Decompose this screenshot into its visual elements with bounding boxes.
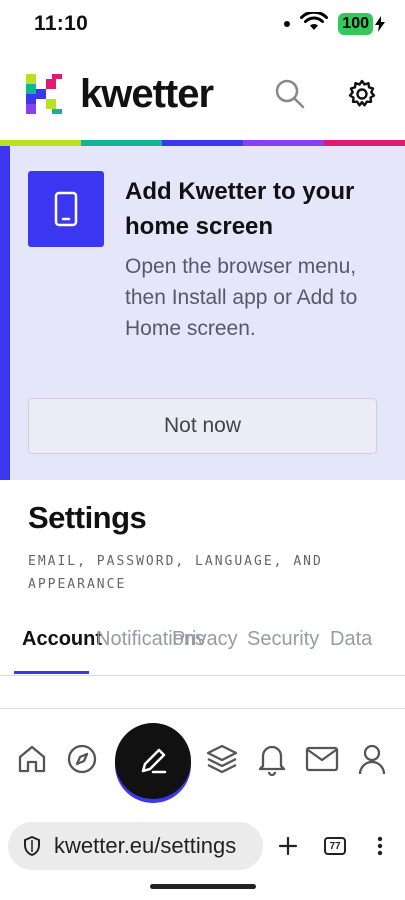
focus-dot-icon xyxy=(284,21,291,27)
page-subtitle: Email, password, language, and appearanc… xyxy=(28,554,323,592)
tab-account[interactable]: Account xyxy=(22,628,102,651)
content-divider xyxy=(0,708,405,709)
brand-name: kwetter xyxy=(80,71,214,116)
settings-tabs: Account Notifications Privacy Security D… xyxy=(0,620,405,676)
status-bar: 11:10 100 xyxy=(0,0,405,48)
search-icon[interactable] xyxy=(273,77,307,111)
new-tab-icon[interactable] xyxy=(276,830,300,862)
profile-icon[interactable] xyxy=(355,742,389,776)
active-tab-indicator xyxy=(14,671,89,674)
battery-indicator: 100 xyxy=(338,13,385,35)
status-time: 11:10 xyxy=(34,12,89,35)
phone-icon xyxy=(28,171,104,247)
charging-icon xyxy=(375,16,385,32)
tabs-button[interactable]: 77 xyxy=(322,830,348,862)
bell-icon[interactable] xyxy=(255,742,289,776)
more-menu-icon[interactable] xyxy=(372,830,388,862)
not-now-button[interactable]: Not now xyxy=(28,398,377,454)
kwetter-logo-icon[interactable] xyxy=(26,74,62,114)
install-banner: Add Kwetter to your home screen Open the… xyxy=(0,146,405,480)
battery-level: 100 xyxy=(338,13,373,35)
page-title: Settings xyxy=(28,500,147,535)
status-indicators: 100 xyxy=(284,10,385,37)
banner-text: Open the browser menu, then Install app … xyxy=(125,255,358,340)
mail-icon[interactable] xyxy=(305,742,339,776)
banner-title: Add Kwetter to your home screen xyxy=(125,178,355,240)
tab-count: 77 xyxy=(324,837,346,855)
tab-privacy[interactable]: Privacy xyxy=(172,628,238,651)
gear-icon[interactable] xyxy=(345,77,379,111)
home-icon[interactable] xyxy=(15,742,49,776)
url-text: kwetter.eu/settings xyxy=(54,833,237,858)
bottom-nav xyxy=(0,720,405,810)
address-bar[interactable]: kwetter.eu/settings xyxy=(8,822,263,870)
layers-icon[interactable] xyxy=(205,742,239,776)
shield-icon xyxy=(24,836,40,856)
home-indicator xyxy=(150,884,256,889)
tab-data[interactable]: Data xyxy=(330,628,372,651)
tab-security[interactable]: Security xyxy=(247,628,319,651)
pen-icon xyxy=(141,748,167,774)
wifi-icon xyxy=(300,10,329,37)
header-actions xyxy=(273,77,379,111)
compose-button[interactable] xyxy=(115,723,191,799)
app-header: kwetter xyxy=(0,48,405,140)
explore-icon[interactable] xyxy=(65,742,99,776)
